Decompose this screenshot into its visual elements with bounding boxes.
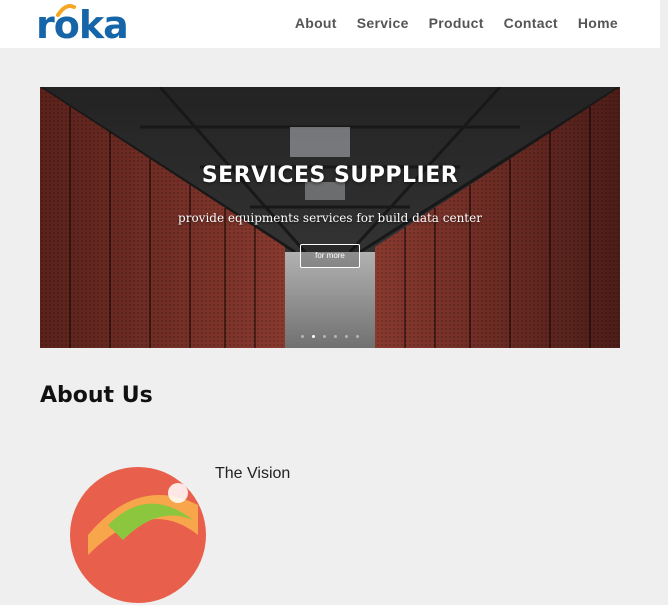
- vision-illustration: [70, 467, 206, 603]
- hero-slider: SERVICES SUPPLIER provide equipments ser…: [40, 87, 620, 348]
- scrollbar-track[interactable]: [660, 0, 668, 500]
- for-more-button[interactable]: for more: [300, 244, 360, 268]
- nav-product[interactable]: Product: [429, 15, 484, 31]
- nav-home[interactable]: Home: [578, 15, 618, 31]
- nav-about[interactable]: About: [295, 15, 337, 31]
- logo-text: roka: [36, 3, 129, 47]
- slider-dot-4[interactable]: [334, 335, 337, 338]
- slider-dot-5[interactable]: [345, 335, 348, 338]
- main-nav: About Service Product Contact Home: [295, 15, 618, 31]
- nav-contact[interactable]: Contact: [504, 15, 558, 31]
- roka-logo[interactable]: roka: [36, 3, 129, 47]
- vision-heading: The Vision: [215, 465, 291, 482]
- slider-dot-6[interactable]: [356, 335, 359, 338]
- site-header: roka About Service Product Contact Home: [0, 0, 660, 48]
- slider-dot-3[interactable]: [323, 335, 326, 338]
- nav-service[interactable]: Service: [357, 15, 409, 31]
- logo-accent-icon: [56, 4, 76, 17]
- about-us-heading: About Us: [40, 383, 153, 408]
- slider-dot-1[interactable]: [301, 335, 304, 338]
- hero-title: SERVICES SUPPLIER: [201, 163, 459, 188]
- slider-dots: [40, 335, 620, 338]
- slider-dot-2[interactable]: [312, 335, 315, 338]
- hero-subtitle: provide equipments services for build da…: [178, 211, 482, 225]
